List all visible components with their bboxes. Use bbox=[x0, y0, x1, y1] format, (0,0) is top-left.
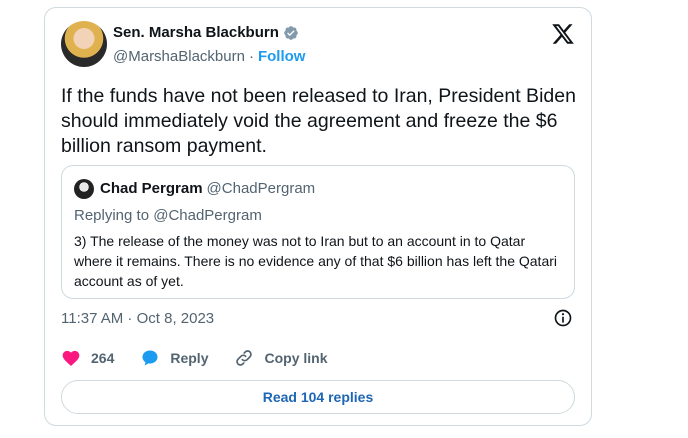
reply-label: Reply bbox=[170, 350, 209, 366]
verified-badge-icon bbox=[284, 25, 298, 40]
reply-button[interactable]: Reply bbox=[140, 348, 208, 368]
action-bar: 264 Reply Copy link bbox=[61, 348, 354, 368]
quoted-tweet[interactable]: Chad Pergram @ChadPergram Replying to @Ch… bbox=[61, 165, 575, 299]
like-count: 264 bbox=[91, 350, 115, 366]
author-avatar[interactable] bbox=[61, 21, 107, 67]
heart-icon bbox=[62, 350, 80, 366]
tweet-card: Sen. Marsha Blackburn @MarshaBlackburn · F… bbox=[44, 7, 592, 426]
like-button[interactable]: 264 bbox=[61, 348, 114, 368]
info-icon[interactable] bbox=[553, 308, 573, 328]
link-icon bbox=[236, 350, 253, 366]
quoted-author-name[interactable]: Chad Pergram bbox=[100, 180, 203, 197]
tweet-text: If the funds have not been released to I… bbox=[61, 85, 576, 157]
separator-dot: · bbox=[248, 48, 254, 65]
quoted-tweet-text: 3) The release of the money was not to I… bbox=[74, 233, 558, 289]
author-name-row: Sen. Marsha Blackburn bbox=[113, 24, 299, 41]
quoted-author-avatar[interactable] bbox=[74, 179, 94, 199]
quoted-author-handle[interactable]: @ChadPergram bbox=[207, 180, 316, 197]
follow-button[interactable]: Follow bbox=[258, 48, 306, 65]
author-handle[interactable]: @MarshaBlackburn bbox=[113, 48, 245, 65]
reply-bubble-icon bbox=[142, 350, 158, 366]
author-name[interactable]: Sen. Marsha Blackburn bbox=[113, 24, 279, 41]
timestamp[interactable]: 11:37 AM · Oct 8, 2023 bbox=[61, 310, 214, 327]
replying-to-label: Replying to @ChadPergram bbox=[74, 207, 262, 224]
copy-link-button[interactable]: Copy link bbox=[234, 348, 328, 368]
author-handle-row: @MarshaBlackburn · Follow bbox=[113, 48, 305, 65]
copy-link-label: Copy link bbox=[264, 350, 328, 366]
quoted-author-row: Chad Pergram @ChadPergram bbox=[100, 180, 315, 197]
x-logo-icon[interactable] bbox=[551, 22, 575, 46]
read-replies-button[interactable]: Read 104 replies bbox=[61, 380, 575, 414]
